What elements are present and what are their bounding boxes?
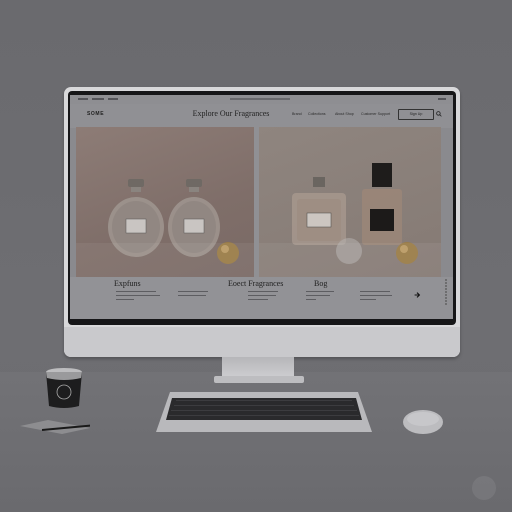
nav-customer-support[interactable]: Customer Support — [361, 112, 390, 116]
card-text — [248, 299, 268, 301]
signup-button[interactable]: Sign Up — [398, 109, 434, 120]
card-text — [116, 295, 160, 297]
page-title: Explore Our Fragrances — [192, 109, 270, 118]
watermark-logo — [472, 476, 496, 500]
browser-bar — [70, 95, 453, 104]
keyboard[interactable] — [156, 390, 372, 434]
vertical-label — [445, 279, 447, 305]
search-icon[interactable] — [436, 111, 442, 117]
product-cards: Expfuns Eoect Fragrances Bog — [70, 277, 453, 319]
hero-panel-right[interactable] — [259, 127, 441, 277]
display-shelf — [259, 243, 441, 277]
card-title[interactable]: Bog — [314, 279, 327, 288]
nav-about-shop[interactable]: About Shop — [335, 112, 354, 116]
display-shelf — [76, 243, 254, 277]
card-text — [248, 295, 276, 297]
card-text — [306, 291, 334, 293]
nav-collections[interactable]: Collections — [308, 112, 326, 116]
site-logo[interactable]: SOME — [87, 111, 104, 117]
card-text — [116, 291, 156, 293]
card-text — [178, 295, 206, 297]
browser-menu[interactable] — [438, 98, 446, 100]
mouse[interactable] — [402, 408, 444, 436]
monitor-stand-base — [214, 376, 304, 383]
hero-panel-left[interactable] — [76, 127, 254, 277]
card-text — [306, 295, 330, 297]
site-header: SOME Explore Our Fragrances Brand Collec… — [70, 104, 453, 128]
card-text — [360, 295, 392, 297]
website-screen: SOME Explore Our Fragrances Brand Collec… — [70, 95, 453, 319]
card-title[interactable]: Eoect Fragrances — [228, 279, 283, 288]
browser-tab[interactable] — [92, 98, 104, 100]
coffee-cup — [46, 368, 82, 408]
notebook-and-pen — [20, 420, 90, 434]
card-text — [248, 291, 278, 293]
card-text — [116, 299, 134, 301]
address-bar[interactable] — [230, 98, 290, 100]
card-title[interactable]: Expfuns — [114, 279, 141, 288]
card-text — [178, 291, 208, 293]
nav-brand[interactable]: Brand — [292, 112, 302, 116]
card-text — [360, 291, 390, 293]
browser-tab[interactable] — [108, 98, 118, 100]
card-text — [306, 299, 316, 301]
browser-tab[interactable] — [78, 98, 88, 100]
next-arrow-icon[interactable] — [413, 291, 421, 299]
monitor-chin — [64, 327, 460, 357]
card-text — [360, 299, 376, 301]
